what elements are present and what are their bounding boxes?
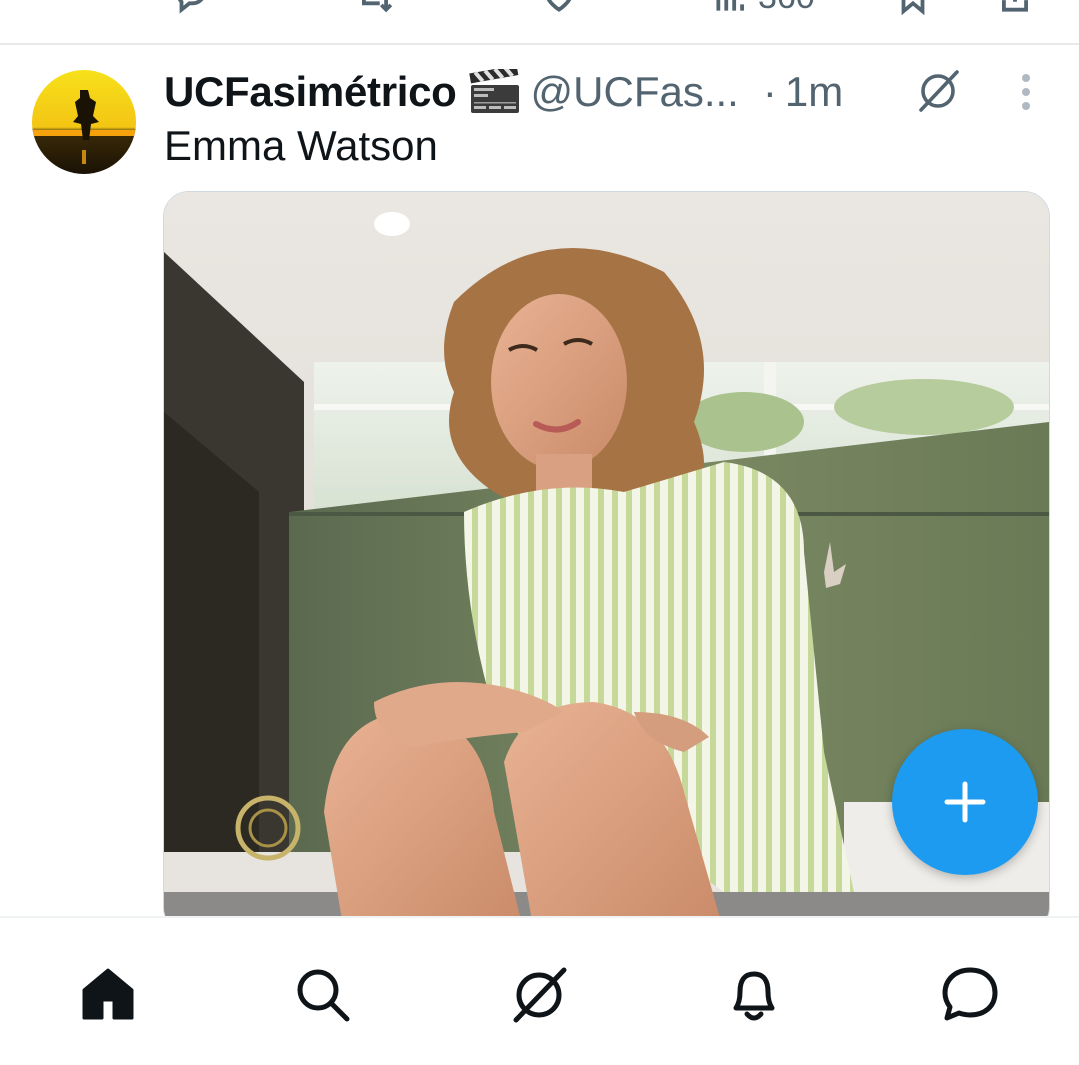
share-button[interactable] (996, 0, 1034, 16)
bookmark-button[interactable] (894, 0, 932, 16)
nav-search[interactable] (290, 962, 354, 1026)
grok-icon (513, 967, 567, 1023)
like-button[interactable] (540, 0, 578, 16)
chat-bubble-icon (942, 967, 998, 1021)
plus-icon (944, 781, 986, 823)
clapperboard-icon (468, 69, 519, 113)
grok-icon[interactable] (915, 66, 963, 114)
heart-icon (546, 0, 572, 12)
home-icon (82, 968, 134, 1020)
previous-tweet-actions: 360 (0, 0, 1079, 42)
tweet-text: Emma Watson (164, 122, 438, 169)
repost-icon (362, 0, 393, 13)
search-icon (297, 969, 350, 1022)
share-icon (1002, 0, 1028, 12)
more-vertical-icon[interactable] (1008, 70, 1044, 114)
nav-home[interactable] (76, 962, 140, 1026)
reply-icon (177, 0, 204, 14)
display-name[interactable]: UCFasimétrico (164, 68, 457, 116)
avatar[interactable] (32, 70, 136, 174)
bell-icon (733, 971, 775, 1021)
views-count: 360 (758, 0, 815, 17)
nav-grok[interactable] (508, 962, 572, 1026)
bookmark-icon (901, 0, 925, 16)
repost-button[interactable] (356, 0, 394, 16)
timestamp[interactable]: 1m (785, 68, 843, 116)
nav-notifications[interactable] (722, 962, 786, 1026)
compose-button[interactable] (892, 729, 1038, 875)
tweet-header: UCFasimétrico @UCFas... · 1m (164, 66, 843, 118)
views-icon (716, 0, 744, 11)
bottom-nav (0, 916, 1079, 1065)
handle[interactable]: @UCFas... (531, 68, 739, 116)
nav-messages[interactable] (938, 962, 1002, 1026)
reply-button[interactable] (172, 0, 210, 16)
tweet-divider (0, 43, 1079, 45)
views-button[interactable]: 360 (712, 0, 815, 17)
avatar-image (32, 70, 136, 174)
separator-dot: · (762, 68, 777, 115)
